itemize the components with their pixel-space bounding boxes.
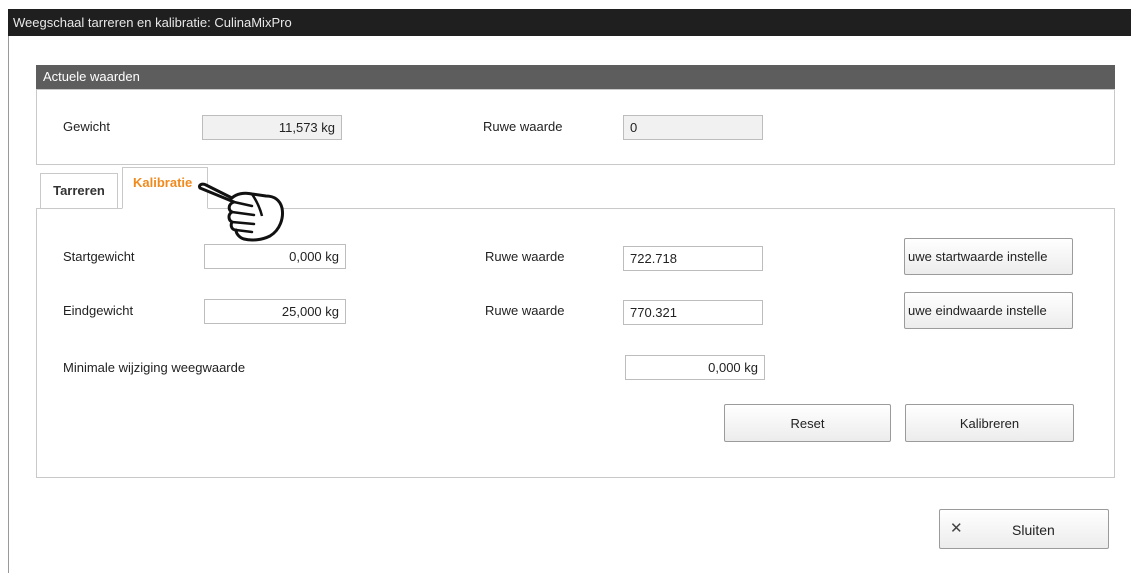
end-raw-field[interactable] bbox=[623, 300, 763, 325]
end-weight-field[interactable] bbox=[204, 299, 346, 324]
set-start-raw-button[interactable]: uwe startwaarde instelle bbox=[904, 238, 1073, 275]
tab-tarreren[interactable]: Tarreren bbox=[40, 173, 118, 209]
close-button[interactable]: ✕ Sluiten bbox=[939, 509, 1109, 549]
reset-button[interactable]: Reset bbox=[724, 404, 891, 442]
raw-value-label: Ruwe waarde bbox=[483, 119, 563, 134]
weight-field[interactable] bbox=[202, 115, 342, 140]
close-button-label: Sluiten bbox=[1012, 522, 1055, 538]
current-values-panel bbox=[36, 89, 1115, 165]
current-values-header: Actuele waarden bbox=[36, 65, 1115, 89]
end-weight-label: Eindgewicht bbox=[63, 303, 134, 318]
raw-value-field[interactable] bbox=[623, 115, 763, 140]
window-border bbox=[8, 36, 9, 573]
start-raw-field[interactable] bbox=[623, 246, 763, 271]
set-end-raw-button[interactable]: uwe eindwaarde instelle bbox=[904, 292, 1073, 329]
min-change-field[interactable] bbox=[625, 355, 765, 380]
pointing-hand-icon bbox=[198, 182, 284, 242]
start-raw-label: Ruwe waarde bbox=[485, 249, 565, 264]
window-title: Weegschaal tarreren en kalibratie: Culin… bbox=[8, 9, 1131, 36]
start-weight-field[interactable] bbox=[204, 244, 346, 269]
min-change-label: Minimale wijziging weegwaarde bbox=[63, 360, 246, 375]
end-raw-label: Ruwe waarde bbox=[485, 303, 565, 318]
close-icon: ✕ bbox=[950, 520, 963, 537]
start-weight-label: Startgewicht bbox=[63, 249, 135, 264]
weight-label: Gewicht bbox=[63, 119, 110, 134]
calibrate-button[interactable]: Kalibreren bbox=[905, 404, 1074, 442]
